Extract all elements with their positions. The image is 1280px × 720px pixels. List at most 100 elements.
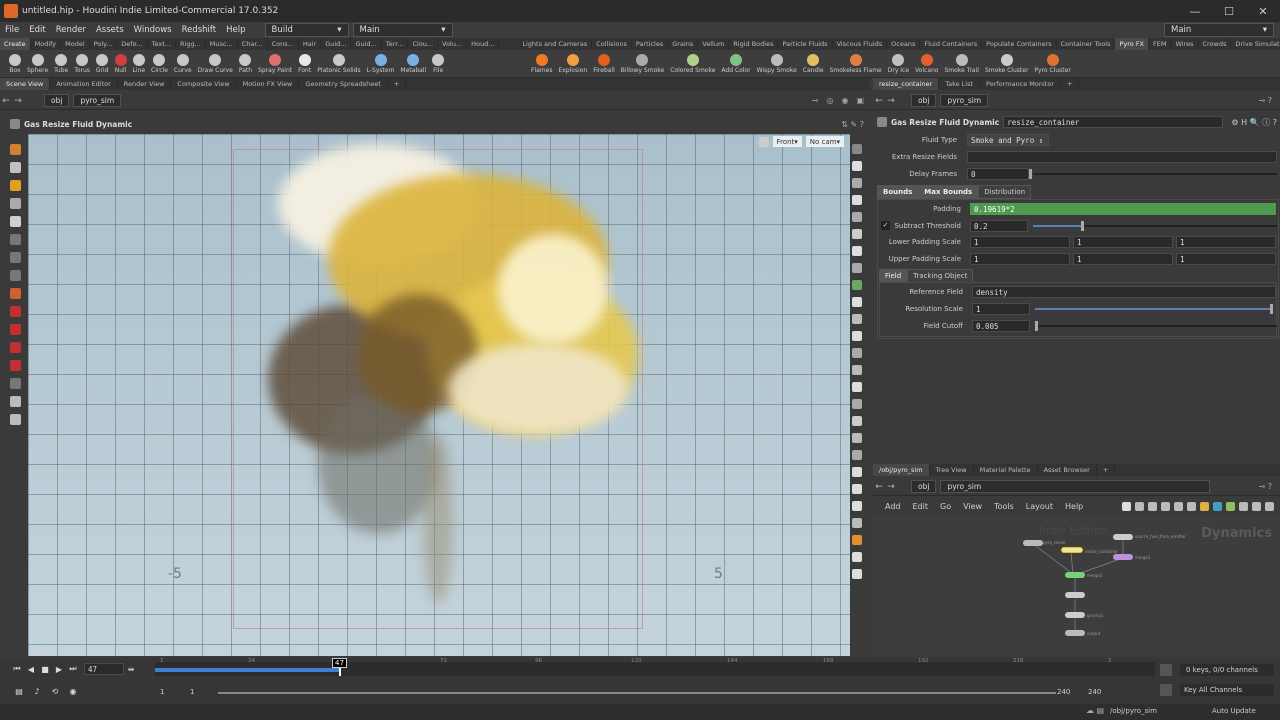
shelf-tab-right-4[interactable]: Vellum — [698, 38, 730, 50]
tab-composite-view[interactable]: Composite View — [171, 78, 237, 90]
camera-menu[interactable]: No cam ▾ — [805, 136, 844, 147]
node-merge1[interactable] — [1113, 554, 1133, 560]
net-tool-8-icon[interactable] — [1226, 501, 1235, 511]
tool-right-12-button[interactable]: Smoke Cluster — [982, 53, 1031, 74]
shelf-tab-0[interactable]: Create — [0, 38, 31, 50]
display-option-20-icon[interactable] — [852, 484, 862, 494]
tool-left-16-button[interactable]: File — [429, 53, 447, 74]
viewer-tool-4-icon[interactable] — [10, 216, 21, 227]
subtract-input[interactable]: 0.2 — [970, 220, 1028, 232]
net-tool-6-icon[interactable] — [1200, 501, 1209, 511]
forward-arrow-icon[interactable]: → — [885, 96, 897, 106]
node-resize-container[interactable] — [1061, 547, 1083, 553]
shelf-tab-6[interactable]: Rigg... — [176, 38, 206, 50]
main-desktop-selector[interactable]: Main ▾ — [352, 23, 453, 37]
node-gravity1[interactable] — [1065, 612, 1085, 618]
display-option-0-icon[interactable] — [852, 144, 862, 154]
net-menu-view[interactable]: View — [957, 502, 988, 511]
back-arrow-icon[interactable]: ← — [0, 96, 12, 106]
tab-network-pyro-sim[interactable]: /obj/pyro_sim — [873, 464, 930, 476]
shelf-tab-right-12[interactable]: Pyro FX — [1115, 38, 1150, 50]
shelf-tab-16[interactable]: Houd... — [467, 38, 500, 50]
shelf-tab-right-3[interactable]: Grains — [668, 38, 699, 50]
field-cutoff-slider[interactable] — [1035, 325, 1277, 327]
step-frame-icon[interactable]: ⇹ — [124, 663, 138, 675]
menu-help[interactable]: Help — [221, 22, 250, 38]
path-obj[interactable]: obj — [911, 94, 937, 107]
tab-asset-browser[interactable]: Asset Browser — [1038, 464, 1097, 476]
tool-right-6-button[interactable]: Wispy Smoke — [754, 53, 800, 74]
viewer-tool-11-icon[interactable] — [10, 342, 21, 353]
viewer-tool-10-icon[interactable] — [10, 324, 21, 335]
shelf-tab-right-2[interactable]: Particles — [632, 38, 669, 50]
shelf-tab-right-0[interactable]: Lights and Cameras — [518, 38, 593, 50]
window-icon[interactable]: ▣ — [856, 96, 864, 105]
display-option-16-icon[interactable] — [852, 416, 862, 426]
display-options-icon[interactable]: ⇅ ✎ ? — [841, 120, 864, 129]
shelf-tab-14[interactable]: Clou... — [408, 38, 439, 50]
tab-render-view[interactable]: Render View — [118, 78, 172, 90]
subtract-handle[interactable] — [1081, 221, 1084, 231]
path-pyro-sim[interactable]: pyro_sim — [73, 94, 122, 107]
shelf-tab-right-14[interactable]: Wires — [1171, 38, 1199, 50]
extra-fields-input[interactable] — [967, 151, 1277, 163]
padding-input[interactable]: 0.19619*2 — [970, 203, 1276, 215]
link-icon[interactable]: ◎ — [826, 96, 833, 105]
shelf-tab-5[interactable]: Text... — [148, 38, 176, 50]
tab-performance-monitor[interactable]: Performance Monitor — [980, 78, 1061, 90]
display-option-9-icon[interactable] — [852, 297, 862, 307]
tool-left-5-button[interactable]: Null — [112, 53, 130, 74]
add-tab-icon[interactable]: + — [388, 78, 407, 90]
tab-tree-view[interactable]: Tree View — [930, 464, 974, 476]
net-tool-10-icon[interactable] — [1252, 501, 1261, 511]
display-option-1-icon[interactable] — [852, 161, 862, 171]
reference-field-input[interactable]: density — [972, 286, 1276, 298]
auto-update-button[interactable]: Auto Update — [1212, 707, 1256, 715]
resolution-scale-handle[interactable] — [1270, 304, 1273, 314]
display-option-15-icon[interactable] — [852, 399, 862, 409]
back-arrow-icon[interactable]: ← — [873, 482, 885, 492]
net-tool-0-icon[interactable] — [1122, 501, 1131, 511]
shelf-tab-8[interactable]: Char... — [238, 38, 268, 50]
tool-left-6-button[interactable]: Line — [130, 53, 149, 74]
tool-right-8-button[interactable]: Smokeless Flame — [827, 53, 885, 74]
viewer-tool-5-icon[interactable] — [10, 234, 21, 245]
display-option-22-icon[interactable] — [852, 518, 862, 528]
display-option-8-icon[interactable] — [852, 280, 862, 290]
display-option-14-icon[interactable] — [852, 382, 862, 392]
node-name-field[interactable]: resize_container — [1003, 116, 1224, 128]
step-back-button[interactable]: ◀ — [24, 663, 38, 675]
tool-left-0-button[interactable]: Box — [6, 53, 24, 74]
display-option-13-icon[interactable] — [852, 365, 862, 375]
tab-motion-fx-view[interactable]: Motion FX View — [237, 78, 300, 90]
resolution-scale-slider[interactable] — [1035, 308, 1273, 310]
back-arrow-icon[interactable]: ← — [873, 96, 885, 106]
net-menu-edit[interactable]: Edit — [907, 502, 935, 511]
tool-right-10-button[interactable]: Volcano — [912, 53, 941, 74]
shelf-tab-7[interactable]: Musc... — [206, 38, 238, 50]
path-pyro-sim[interactable]: pyro_sim — [940, 480, 1211, 493]
desktop-selector[interactable]: Build ▾ — [264, 23, 349, 37]
node-source-fuel[interactable] — [1113, 534, 1133, 540]
tool-left-13-button[interactable]: Platonic Solids — [314, 53, 363, 74]
display-option-4-icon[interactable] — [852, 212, 862, 222]
display-option-23-icon[interactable] — [852, 535, 862, 545]
tab-tracking-object[interactable]: Tracking Object — [907, 269, 974, 283]
right-desktop-selector[interactable]: Main ▾ — [1164, 23, 1274, 37]
lower-padding-y[interactable]: 1 — [1073, 236, 1173, 248]
shelf-tab-right-9[interactable]: Fluid Containers — [920, 38, 983, 50]
net-menu-add[interactable]: Add — [873, 502, 907, 511]
fluid-type-menu[interactable]: Smoke and Pyro ⇕ — [967, 134, 1049, 146]
tab-distribution[interactable]: Distribution — [978, 185, 1032, 199]
upper-padding-x[interactable]: 1 — [970, 253, 1070, 265]
tool-left-7-button[interactable]: Circle — [148, 53, 171, 74]
tool-left-3-button[interactable]: Torus — [71, 53, 93, 74]
record-icon[interactable]: ◉ — [66, 685, 80, 697]
shelf-tab-right-13[interactable]: FEM — [1149, 38, 1172, 50]
shelf-tab-right-6[interactable]: Particle Fluids — [778, 38, 833, 50]
shelf-tab-3[interactable]: Poly... — [90, 38, 118, 50]
net-tool-9-icon[interactable] — [1239, 501, 1248, 511]
menu-assets[interactable]: Assets — [91, 22, 129, 38]
tool-right-0-button[interactable]: Flames — [528, 53, 555, 74]
shelf-tab-right-8[interactable]: Oceans — [887, 38, 921, 50]
